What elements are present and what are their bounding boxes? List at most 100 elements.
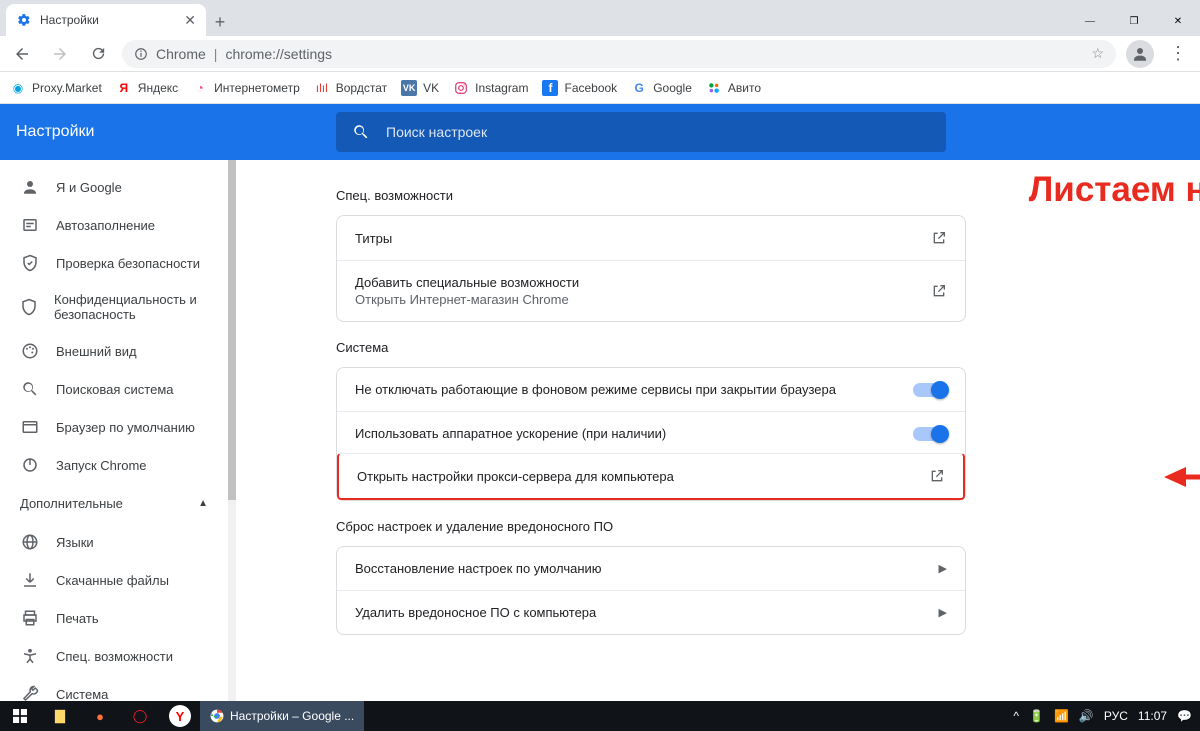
menu-button[interactable]: ⋮ xyxy=(1164,43,1192,64)
reload-button[interactable] xyxy=(84,40,112,68)
volume-icon[interactable]: 🔊 xyxy=(1079,709,1094,723)
avito-icon xyxy=(706,80,722,96)
external-link-icon xyxy=(929,468,945,484)
globe-icon xyxy=(20,533,40,551)
search-input[interactable] xyxy=(386,124,930,140)
person-icon xyxy=(20,178,40,196)
titlebar: Настройки ✕ + — ❐ ✕ xyxy=(0,0,1200,36)
section-title-system: Система xyxy=(336,340,1180,355)
row-remove-malware[interactable]: Удалить вредоносное ПО с компьютера ▶ xyxy=(337,590,965,634)
google-icon: G xyxy=(631,80,647,96)
bookmarks-bar: ◉Proxy.Market ЯЯндекс ◔Интернетометр ılı… xyxy=(0,72,1200,104)
sidebar-item-on-startup[interactable]: Запуск Chrome xyxy=(0,446,228,484)
battery-icon[interactable]: 🔋 xyxy=(1029,709,1044,723)
back-button[interactable] xyxy=(8,40,36,68)
bookmark-item[interactable]: ılılВордстат xyxy=(314,80,387,96)
bookmark-item[interactable]: GGoogle xyxy=(631,80,692,96)
bookmark-item[interactable]: Instagram xyxy=(453,80,528,96)
row-captions[interactable]: Титры xyxy=(337,216,965,260)
sidebar-item-safety-check[interactable]: Проверка безопасности xyxy=(0,244,228,282)
search-icon xyxy=(20,380,40,398)
sidebar-item-downloads[interactable]: Скачанные файлы xyxy=(0,561,228,599)
main: Я и Google Автозаполнение Проверка безоп… xyxy=(0,160,1200,701)
shield-check-icon xyxy=(20,254,40,272)
address-field[interactable]: Chrome | chrome://settings ☆ xyxy=(122,40,1116,68)
settings-header: Настройки xyxy=(0,104,1200,160)
row-hardware-accel[interactable]: Использовать аппаратное ускорение (при н… xyxy=(337,411,965,455)
scrollbar-thumb[interactable] xyxy=(228,160,236,500)
browser-tab[interactable]: Настройки ✕ xyxy=(6,4,206,36)
sidebar-item-appearance[interactable]: Внешний вид xyxy=(0,332,228,370)
page-title: Настройки xyxy=(16,123,336,141)
sidebar-item-privacy[interactable]: Конфиденциальность и безопасность xyxy=(0,282,228,332)
settings-search[interactable] xyxy=(336,112,946,152)
vk-icon: VK xyxy=(401,80,417,96)
tray-language[interactable]: РУС xyxy=(1104,709,1128,723)
browser-icon xyxy=(20,418,40,436)
chrome-icon xyxy=(210,709,224,723)
download-icon xyxy=(20,571,40,589)
site-info-icon[interactable] xyxy=(134,47,148,61)
shield-icon xyxy=(20,298,38,316)
sidebar: Я и Google Автозаполнение Проверка безоп… xyxy=(0,160,228,701)
bookmark-item[interactable]: ◉Proxy.Market xyxy=(10,80,102,96)
taskbar-opera[interactable]: ◯ xyxy=(120,701,160,731)
taskbar-active-chrome[interactable]: Настройки – Google ... xyxy=(200,701,364,731)
profile-button[interactable] xyxy=(1126,40,1154,68)
facebook-icon: f xyxy=(542,80,558,96)
content-area: Спец. возможности Титры Добавить специал… xyxy=(236,160,1200,701)
close-window-button[interactable]: ✕ xyxy=(1156,6,1200,36)
bookmark-item[interactable]: fFacebook xyxy=(542,80,617,96)
taskbar-explorer[interactable]: ▇ xyxy=(40,701,80,731)
sidebar-item-default-browser[interactable]: Браузер по умолчанию xyxy=(0,408,228,446)
external-link-icon xyxy=(931,283,947,299)
toggle-switch[interactable] xyxy=(913,427,947,441)
row-add-accessibility[interactable]: Добавить специальные возможности Открыть… xyxy=(337,260,965,321)
bookmark-item[interactable]: Авито xyxy=(706,80,761,96)
sidebar-item-you-and-google[interactable]: Я и Google xyxy=(0,168,228,206)
bookmark-item[interactable]: ◔Интернетометр xyxy=(192,80,300,96)
annotation-scroll-text: Листаем ниже xyxy=(1029,170,1200,210)
taskbar-yandex[interactable]: Y xyxy=(169,705,191,727)
sidebar-section-advanced[interactable]: Дополнительные▲ xyxy=(0,484,228,523)
minimize-button[interactable]: — xyxy=(1068,6,1112,36)
tray-time[interactable]: 11:07 xyxy=(1138,709,1167,723)
new-tab-button[interactable]: + xyxy=(206,8,234,36)
taskbar-firefox[interactable]: ● xyxy=(80,701,120,731)
yandex-icon: Я xyxy=(116,80,132,96)
address-bar: Chrome | chrome://settings ☆ ⋮ xyxy=(0,36,1200,72)
maximize-button[interactable]: ❐ xyxy=(1112,6,1156,36)
bookmark-item[interactable]: ЯЯндекс xyxy=(116,80,178,96)
row-restore-defaults[interactable]: Восстановление настроек по умолчанию ▶ xyxy=(337,547,965,590)
search-icon xyxy=(352,123,370,141)
sidebar-item-search-engine[interactable]: Поисковая система xyxy=(0,370,228,408)
close-icon[interactable]: ✕ xyxy=(184,12,196,29)
instagram-icon xyxy=(453,80,469,96)
sidebar-item-accessibility[interactable]: Спец. возможности xyxy=(0,637,228,675)
start-button[interactable] xyxy=(0,701,40,731)
toggle-switch[interactable] xyxy=(913,383,947,397)
annotation-left-arrow xyxy=(1164,465,1200,489)
sidebar-item-languages[interactable]: Языки xyxy=(0,523,228,561)
sidebar-item-system[interactable]: Система xyxy=(0,675,228,701)
action-center-icon[interactable]: 💬 xyxy=(1177,709,1192,723)
section-title-reset: Сброс настроек и удаление вредоносного П… xyxy=(336,519,1180,534)
address-prefix: Chrome xyxy=(156,46,206,62)
forward-button[interactable] xyxy=(46,40,74,68)
row-background-apps[interactable]: Не отключать работающие в фоновом режиме… xyxy=(337,368,965,411)
print-icon xyxy=(20,609,40,627)
tab-title: Настройки xyxy=(40,13,176,27)
sidebar-scrollbar[interactable] xyxy=(228,160,236,701)
tray-chevron-icon[interactable]: ^ xyxy=(1013,709,1019,723)
proxy-icon: ◉ xyxy=(10,80,26,96)
card-reset: Восстановление настроек по умолчанию ▶ У… xyxy=(336,546,966,635)
sidebar-item-autofill[interactable]: Автозаполнение xyxy=(0,206,228,244)
window-controls: — ❐ ✕ xyxy=(1068,6,1200,36)
row-proxy-settings[interactable]: Открыть настройки прокси-сервера для ком… xyxy=(337,453,965,500)
accessibility-icon xyxy=(20,647,40,665)
sidebar-item-printing[interactable]: Печать xyxy=(0,599,228,637)
system-tray[interactable]: ^ 🔋 📶 🔊 РУС 11:07 💬 xyxy=(1005,709,1200,723)
network-icon[interactable]: 📶 xyxy=(1054,709,1069,723)
bookmark-star-icon[interactable]: ☆ xyxy=(1091,45,1104,62)
bookmark-item[interactable]: VKVK xyxy=(401,80,439,96)
